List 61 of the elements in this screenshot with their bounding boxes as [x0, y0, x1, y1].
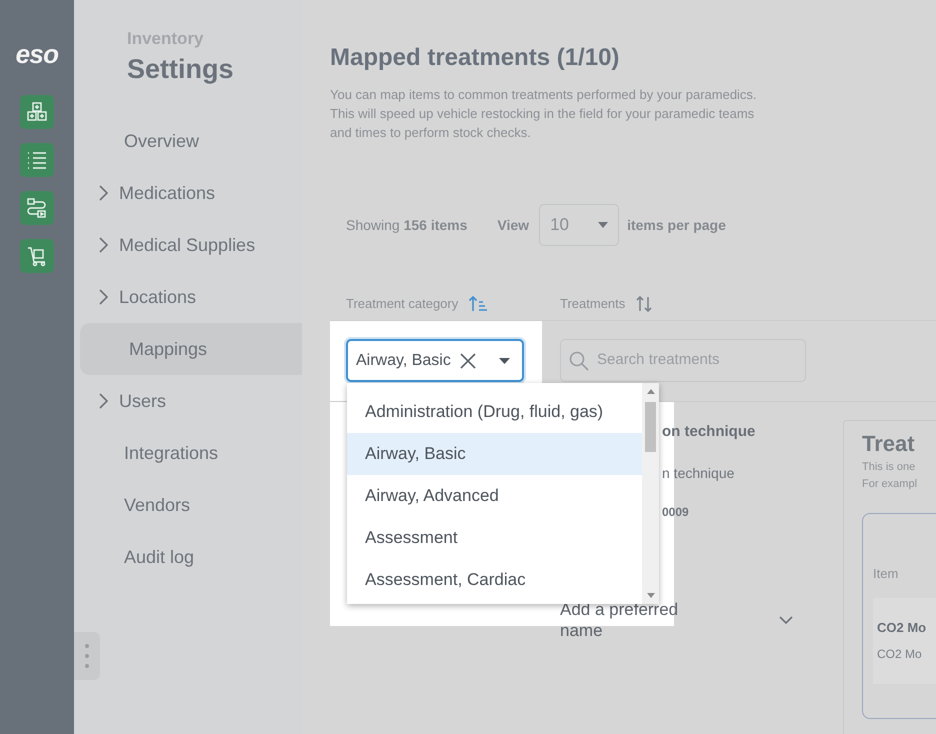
treatment-code: 0009: [662, 504, 690, 521]
search-icon: [569, 350, 589, 370]
panel-description: For exampl: [862, 477, 918, 492]
chevron-down-icon[interactable]: [779, 616, 793, 624]
search-input[interactable]: Search treatments: [597, 349, 787, 372]
panel-description: This is one: [862, 460, 916, 475]
sidebar-item[interactable]: Mappings: [80, 323, 302, 375]
sidebar-item[interactable]: Users: [74, 375, 302, 427]
scroll-down-icon[interactable]: [646, 593, 654, 598]
medical-boxes-icon: [26, 101, 48, 123]
preferred-name-prompt: Add a preferred name: [560, 599, 680, 641]
dropdown-option[interactable]: Administration (Drug, fluid, gas): [347, 391, 642, 433]
scroll-up-icon[interactable]: [646, 389, 654, 394]
treatment-name: on technique: [662, 422, 756, 441]
column-header: Treatment category: [346, 295, 458, 314]
chevron-right-icon: [98, 184, 110, 202]
more-vertical-icon: [85, 644, 89, 668]
category-select[interactable]: Airway, Basic: [346, 339, 524, 382]
chevron-right-icon: [98, 236, 110, 254]
scrollbar-thumb[interactable]: [645, 402, 656, 452]
sidebar-item[interactable]: Medications: [74, 167, 302, 219]
app-button[interactable]: [20, 95, 54, 129]
treatment-subtitle: n technique: [662, 464, 736, 483]
chevron-right-icon: [98, 392, 110, 410]
view-label: View: [497, 216, 530, 234]
sidebar-item[interactable]: Audit log: [74, 531, 302, 583]
cart-icon: [26, 245, 48, 267]
sidebar-item[interactable]: Medical Supplies: [74, 219, 302, 271]
search-field[interactable]: Search treatments: [560, 339, 806, 382]
dropdown-option[interactable]: Assessment: [347, 517, 642, 559]
app-button[interactable]: [20, 143, 54, 177]
dropdown-option[interactable]: Assessment, Cardiac: [347, 559, 642, 601]
sidebar-item[interactable]: Overview: [74, 115, 302, 167]
logo: eso: [16, 40, 58, 68]
item-subtitle: CO2 Mo: [877, 646, 923, 663]
caret-down-icon: [598, 222, 608, 228]
per-page-label: items per page: [627, 216, 726, 235]
page-description: You can map items to common treatments performed by your paramedics. This will speed up vehicle restocking in the field for your paramedic teams and times to perform stock checks.: [330, 86, 758, 142]
scrollbar[interactable]: [642, 383, 659, 604]
item-count: Showing 156 items: [346, 216, 468, 235]
sort-ascending-icon[interactable]: [468, 295, 488, 313]
sidebar-item[interactable]: Locations: [74, 271, 302, 323]
app-button[interactable]: [20, 191, 54, 225]
chevron-right-icon: [98, 288, 110, 306]
drag-handle[interactable]: [74, 632, 100, 680]
column-header: Treatments: [560, 295, 626, 314]
item-column-label: Item: [873, 565, 900, 583]
per-page-select[interactable]: 10: [539, 204, 620, 246]
sidebar-title: Settings: [127, 53, 235, 86]
caret-down-icon: [499, 358, 510, 364]
workflow-icon: [26, 197, 48, 219]
dropdown-option[interactable]: Airway, Basic: [347, 433, 642, 475]
clear-icon[interactable]: [460, 352, 476, 368]
panel-title: Treat: [862, 430, 916, 458]
dropdown-option[interactable]: Airway, Advanced: [347, 475, 642, 517]
sort-icon[interactable]: [635, 295, 654, 313]
sidebar-item[interactable]: Vendors: [74, 479, 302, 531]
sidebar-item[interactable]: Integrations: [74, 427, 302, 479]
page-title: Mapped treatments (1/10): [330, 43, 620, 73]
item-name: CO2 Mo: [877, 618, 928, 636]
app-button[interactable]: [20, 239, 54, 273]
